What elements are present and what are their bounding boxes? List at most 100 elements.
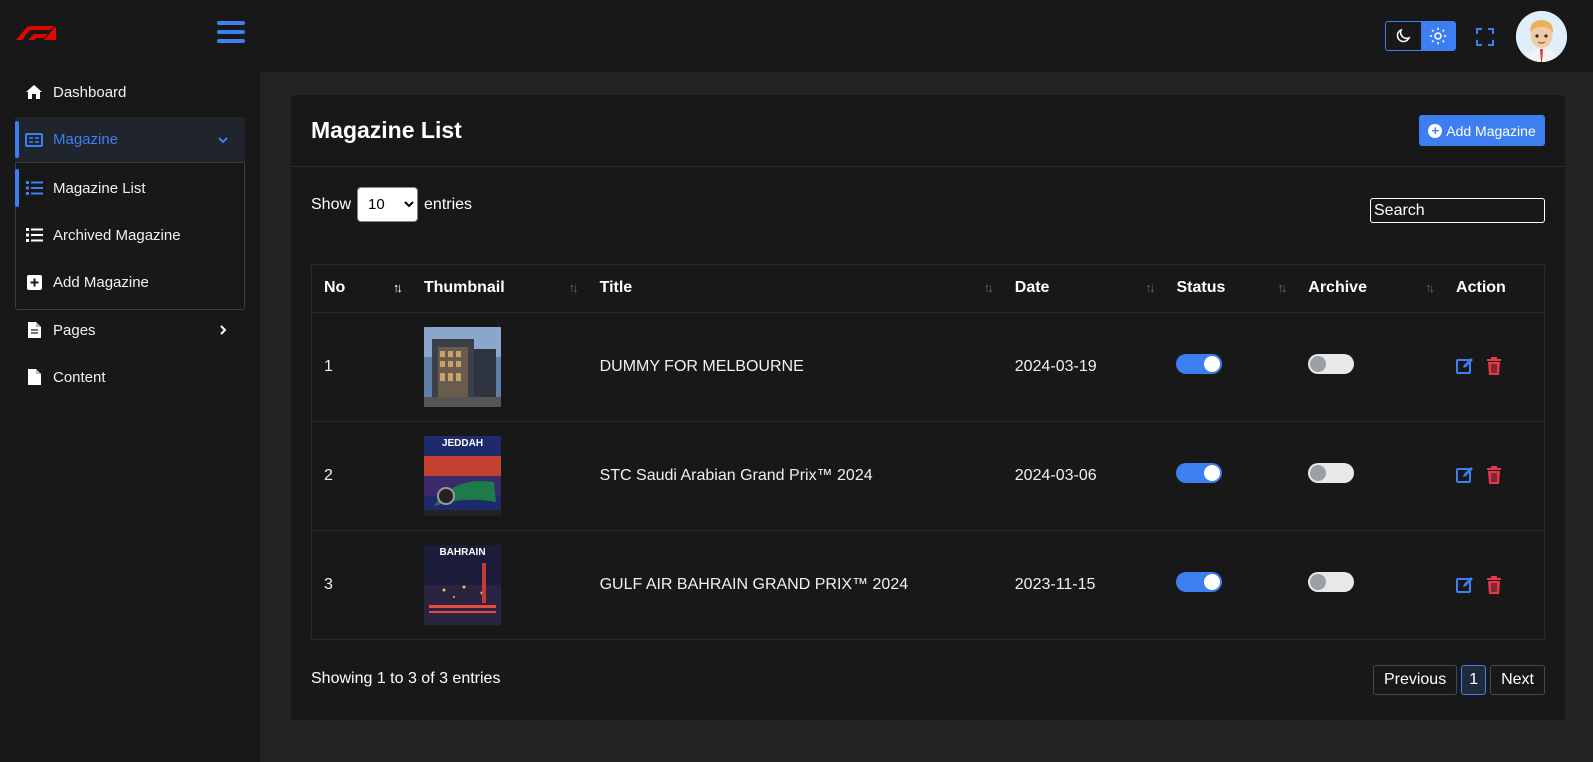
table-header-row: No ↑↓ Thumbnail ↑↓ Title ↑↓ Date ↑↓ Status ↑↓… <box>312 265 1544 313</box>
active-indicator <box>15 169 19 207</box>
sidebar-item-content[interactable]: Content <box>15 354 245 400</box>
column-label: Title <box>599 279 633 297</box>
cell-status <box>1164 530 1296 639</box>
chevron-right-icon <box>220 325 227 335</box>
cell-date: 2023-11-15 <box>1014 575 1096 593</box>
page-title: Magazine List <box>311 117 462 143</box>
sidebar: Dashboard Magazine Magazine List Archive… <box>0 72 260 762</box>
delete-icon[interactable] <box>1485 357 1503 376</box>
cell-title: GULF AIR BAHRAIN GRAND PRIX™ 2024 <box>599 575 909 593</box>
sort-icon[interactable]: ↑↓ <box>569 280 579 295</box>
cell-date: 2024-03-19 <box>1002 312 1165 422</box>
cell-date: 2024-03-06 <box>1002 421 1165 531</box>
archive-toggle[interactable] <box>1308 354 1355 374</box>
cell-action <box>1444 312 1544 422</box>
sidebar-item-label: Add Magazine <box>53 273 149 291</box>
table-row: 3 BAHRAIN GULF AIR BAHRAIN GRAND PRIX™ 2… <box>312 530 1544 639</box>
column-header-thumbnail[interactable]: Thumbnail ↑↓ <box>411 265 588 313</box>
status-toggle[interactable] <box>1176 354 1223 374</box>
sort-icon[interactable]: ↑↓ <box>1277 280 1287 295</box>
sort-icon[interactable]: ↑↓ <box>984 280 994 295</box>
cell-action <box>1444 530 1544 639</box>
next-page-button[interactable]: Next <box>1490 665 1545 695</box>
column-label: Thumbnail <box>423 279 505 297</box>
cell-status <box>1164 312 1297 422</box>
cell-title: DUMMY FOR MELBOURNE <box>587 312 1003 422</box>
column-label: No <box>324 279 346 297</box>
table-info: Showing 1 to 3 of 3 entries <box>311 670 501 687</box>
status-toggle[interactable] <box>1176 463 1223 483</box>
magazine-table: No ↑↓ Thumbnail ↑↓ Title ↑↓ Date ↑↓ Status ↑↓… <box>311 264 1545 640</box>
edit-icon[interactable] <box>1456 466 1474 484</box>
user-avatar[interactable] <box>1516 11 1567 62</box>
show-entries: Show 10 entries <box>311 187 472 222</box>
chevron-down-icon <box>218 136 228 143</box>
column-header-action: Action <box>1444 265 1544 313</box>
magazine-thumbnail[interactable]: JEDDAH <box>423 435 501 516</box>
sidebar-item-add-magazine[interactable]: Add Magazine <box>15 259 245 305</box>
sort-icon[interactable]: ↑↓ <box>1425 280 1435 295</box>
column-label: Archive <box>1308 279 1367 297</box>
page-size-select[interactable]: 10 <box>357 187 419 222</box>
active-indicator <box>15 121 19 158</box>
sidebar-item-label: Pages <box>53 321 96 339</box>
cell-action <box>1444 421 1544 531</box>
column-header-date[interactable]: Date ↑↓ <box>1002 265 1165 313</box>
sidebar-item-label: Archived Magazine <box>53 226 181 244</box>
cell-no: 2 <box>312 421 412 531</box>
column-label: Date <box>1014 279 1050 297</box>
magazine-thumbnail[interactable]: BAHRAIN <box>423 544 501 625</box>
f1-logo-icon[interactable] <box>14 24 56 42</box>
cell-archive <box>1296 312 1445 422</box>
edit-icon[interactable] <box>1456 576 1474 594</box>
hamburger-icon[interactable] <box>217 21 245 47</box>
sun-icon[interactable] <box>1420 22 1455 50</box>
status-toggle[interactable] <box>1176 572 1223 593</box>
plus-square-icon <box>25 273 43 291</box>
previous-page-button[interactable]: Previous <box>1372 665 1458 695</box>
archive-toggle[interactable] <box>1308 572 1355 593</box>
column-header-no[interactable]: No ↑↓ <box>312 265 412 313</box>
moon-icon[interactable] <box>1386 22 1421 50</box>
sidebar-item-magazine[interactable]: Magazine <box>15 117 245 163</box>
column-header-status[interactable]: Status ↑↓ <box>1164 265 1297 313</box>
delete-icon[interactable] <box>1485 466 1503 485</box>
cell-status <box>1164 421 1297 531</box>
sidebar-item-dashboard[interactable]: Dashboard <box>15 69 245 115</box>
sort-asc-icon[interactable]: ↑↓ <box>393 280 403 295</box>
cell-no: 1 <box>312 312 412 422</box>
column-label: Action <box>1456 279 1506 297</box>
home-icon <box>25 83 43 101</box>
archive-toggle[interactable] <box>1308 463 1355 483</box>
add-magazine-label: Add Magazine <box>1446 122 1536 139</box>
cell-thumbnail <box>411 312 588 422</box>
sort-icon[interactable]: ↑↓ <box>1145 280 1155 295</box>
add-magazine-button[interactable]: + Add Magazine <box>1419 115 1545 146</box>
magazine-list-card: Magazine List + Add Magazine Show 10 ent… <box>291 95 1565 720</box>
list-icon <box>25 226 43 244</box>
magazine-thumbnail[interactable] <box>423 326 501 407</box>
theme-toggle[interactable] <box>1385 21 1456 51</box>
sidebar-item-pages[interactable]: Pages <box>15 307 245 353</box>
sidebar-item-archived-magazine[interactable]: Archived Magazine <box>15 212 245 258</box>
edit-icon[interactable] <box>1456 357 1474 375</box>
page-button-current[interactable]: 1 <box>1461 665 1487 695</box>
delete-icon[interactable] <box>1485 575 1503 594</box>
cell-archive <box>1296 530 1444 639</box>
column-header-archive[interactable]: Archive ↑↓ <box>1296 265 1445 313</box>
show-label: Show <box>311 195 352 213</box>
table-row: 2 JEDDAH STC Saudi Arabian Grand Prix™ 2… <box>312 421 1544 531</box>
top-header <box>0 0 1593 72</box>
cell-thumbnail: BAHRAIN <box>412 530 588 639</box>
sidebar-item-label: Magazine <box>53 131 119 148</box>
plus-circle-icon: + <box>1428 123 1443 138</box>
cell-no: 3 <box>324 575 333 593</box>
file-icon <box>25 368 43 386</box>
column-header-title[interactable]: Title ↑↓ <box>587 265 1003 313</box>
sidebar-item-magazine-list[interactable]: Magazine List <box>15 165 245 211</box>
thumbnail-text: JEDDAH <box>442 438 483 449</box>
list-icon <box>25 179 43 197</box>
fullscreen-icon[interactable] <box>1475 27 1495 47</box>
search-input[interactable] <box>1370 198 1545 223</box>
cell-archive <box>1296 421 1445 531</box>
